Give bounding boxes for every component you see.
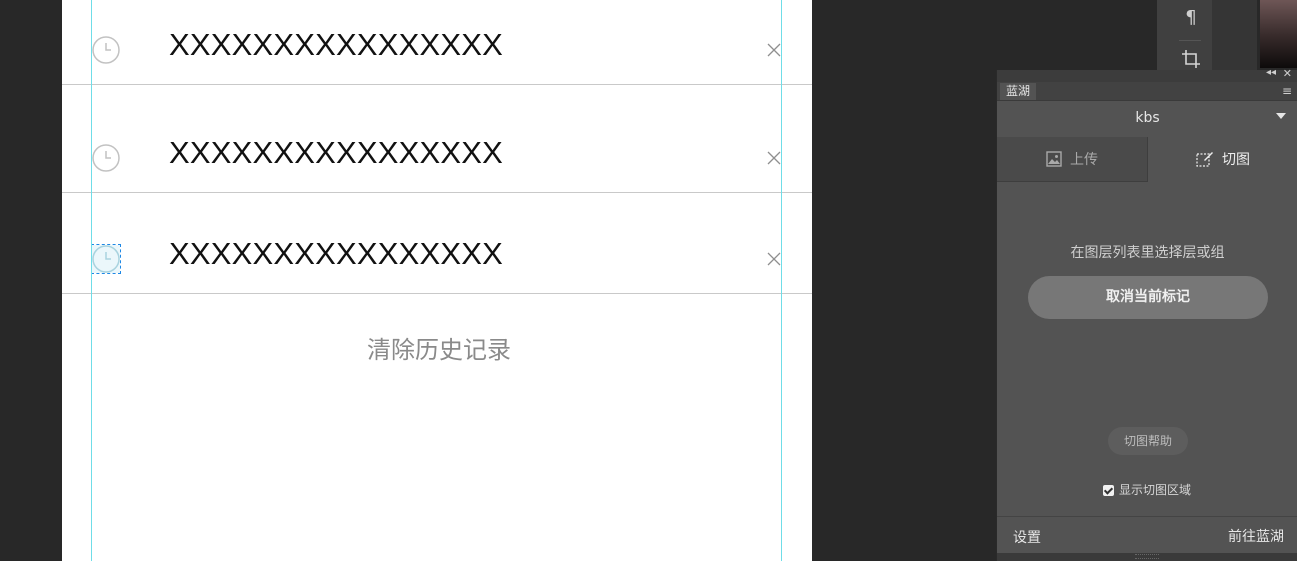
goto-lanhu-link[interactable]: 前往蓝湖 [1228,526,1284,546]
crop-icon[interactable] [1177,45,1205,73]
project-name: kbs [1135,110,1160,126]
tab-upload[interactable]: 上传 [997,137,1148,182]
tab-upload-label: 上传 [1070,152,1098,168]
close-icon[interactable] [766,251,782,267]
panel-footer: 设置 前往蓝湖 [997,516,1297,553]
show-area-toggle[interactable]: 显示切图区域 [1103,481,1191,497]
history-row[interactable]: XXXXXXXXXXXXXXXX [62,85,812,193]
cancel-mark-button[interactable]: 取消当前标记 [1028,276,1268,319]
project-select[interactable]: kbs [997,101,1297,138]
hint-text: 在图层列表里选择层或组 [1070,245,1225,261]
document-canvas: XXXXXXXXXXXXXXXX XXXXXXXXXXXXXXXX XXXXXX… [62,0,812,561]
slice-icon [1196,151,1214,171]
close-icon[interactable] [766,150,782,166]
resize-grip-icon[interactable] [1135,554,1159,559]
history-row[interactable]: XXXXXXXXXXXXXXXX [62,193,812,294]
lanhu-panel: ◂◂ ✕ 蓝湖 ≡ kbs 上传 切图 在图层列表里选择层或组 取消当前标记 切… [996,67,1297,561]
history-row[interactable]: XXXXXXXXXXXXXXXX [62,0,812,85]
row-divider [62,293,812,294]
settings-link[interactable]: 设置 [1013,527,1041,547]
panel-tabbar: 蓝湖 ≡ [997,82,1297,101]
show-area-checkbox[interactable] [1103,485,1114,496]
guide-line-right[interactable] [781,0,782,561]
close-icon[interactable] [766,42,782,58]
panel-titlebar: ◂◂ ✕ [997,67,1297,82]
tool-gutter [1212,0,1257,70]
history-row-text: XXXXXXXXXXXXXXXX [169,236,504,271]
guide-line-left[interactable] [91,0,92,561]
clock-icon [92,144,120,172]
color-picker-preview[interactable] [1260,0,1297,68]
dropdown-caret-icon[interactable] [1276,113,1286,119]
panel-resize-bar[interactable] [997,553,1297,561]
history-row-text: XXXXXXXXXXXXXXXX [169,135,504,170]
close-panel-icon[interactable]: ✕ [1283,67,1292,80]
panel-tab-lanhu[interactable]: 蓝湖 [1000,83,1037,100]
slice-help-button[interactable]: 切图帮助 [1108,427,1188,455]
collapse-panel-icon[interactable]: ◂◂ [1266,67,1276,78]
clock-icon [92,36,120,64]
tab-slice-label: 切图 [1222,152,1250,168]
panel-menu-icon[interactable]: ≡ [1282,84,1292,98]
paragraph-icon[interactable]: ¶ [1177,4,1205,32]
history-row-text: XXXXXXXXXXXXXXXX [169,27,504,62]
tool-strip: ¶ [1157,0,1212,70]
tab-slice[interactable]: 切图 [1148,137,1297,181]
tool-separator [1179,40,1201,41]
clear-history-link[interactable]: 清除历史记录 [364,330,514,365]
show-area-label: 显示切图区域 [1119,483,1192,497]
clock-icon[interactable] [91,244,121,274]
image-icon [1046,151,1062,171]
